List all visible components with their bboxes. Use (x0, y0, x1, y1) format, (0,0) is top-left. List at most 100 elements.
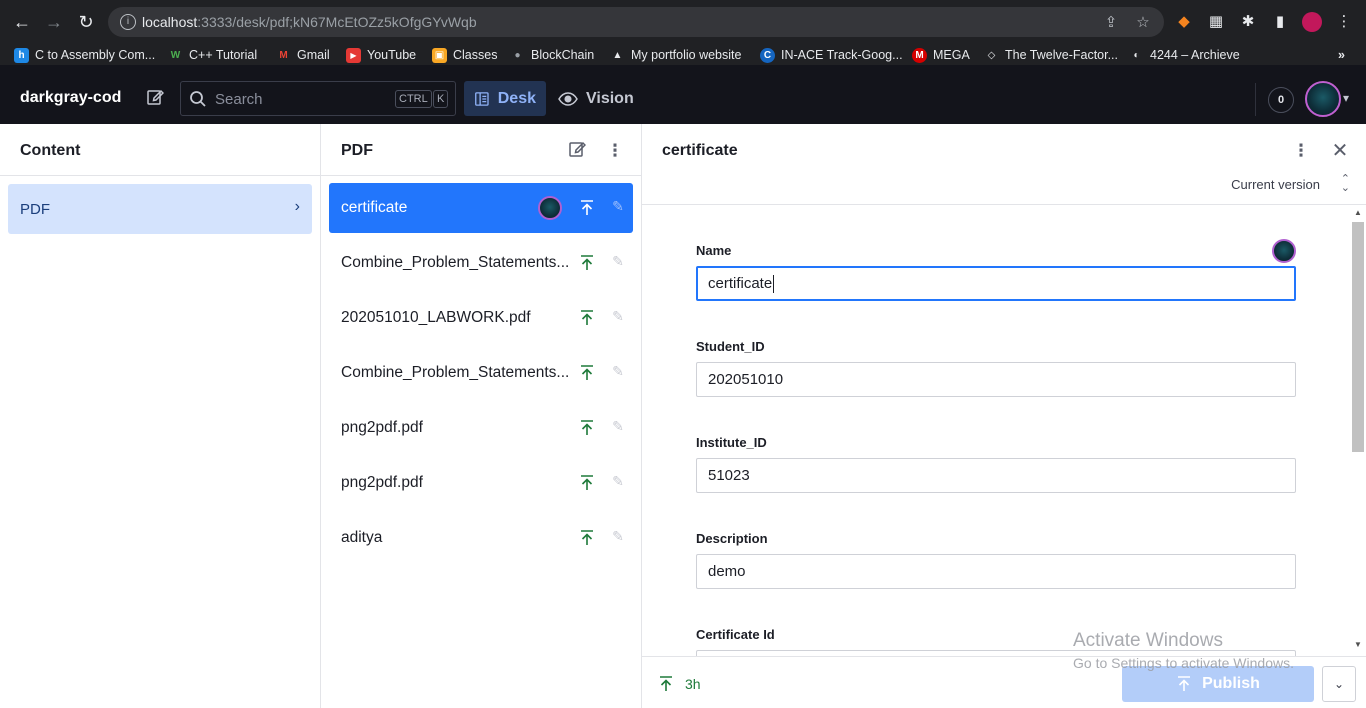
app-navbar: darkgray-cod Search CTRL K Desk Vision 0… (0, 75, 1366, 124)
search-input[interactable]: Search CTRL K (180, 81, 456, 116)
tool-desk-label: Desk (497, 89, 536, 107)
bookmark-label: C to Assembly Com... (35, 48, 156, 62)
metamask-extension-icon[interactable]: ◆ (1174, 12, 1194, 32)
publish-button[interactable]: Publish (1122, 666, 1314, 702)
published-icon (581, 255, 593, 270)
youtube-icon: ▶ (346, 47, 361, 63)
bookmark-item[interactable]: M Gmail (276, 46, 329, 64)
content-item-pdf[interactable]: PDF › (8, 184, 312, 234)
bookmarks-overflow-icon[interactable]: » (1338, 46, 1345, 64)
activate-windows-title: Activate Windows (1073, 630, 1223, 651)
chevron-down-icon[interactable]: ▾ (1343, 91, 1349, 105)
published-icon (660, 676, 672, 691)
name-field[interactable]: certificate (696, 266, 1296, 301)
bookmark-item[interactable]: C IN-ACE Track-Goog... (760, 46, 903, 64)
pencil-icon: ✎ (612, 198, 624, 214)
document-item[interactable]: png2pdf.pdf ✎ (329, 403, 633, 453)
document-item[interactable]: png2pdf.pdf ✎ (329, 458, 633, 508)
content-pane-title: Content (20, 142, 81, 159)
institute-id-field[interactable]: 51023 (696, 458, 1296, 493)
reload-icon[interactable]: ↻ (74, 10, 98, 34)
bookmark-item[interactable]: ▣ Classes (432, 46, 497, 64)
field-label-student-id: Student_ID (696, 339, 765, 354)
pencil-icon: ✎ (612, 253, 624, 269)
published-icon (581, 200, 593, 215)
browser-menu-icon[interactable]: ⋮ (1334, 12, 1354, 32)
more-options-icon[interactable]: ⋮ (604, 140, 626, 162)
browser-toolbar: ← → ↻ i localhost:3333/desk/pdf;kN67McEt… (0, 0, 1366, 44)
publish-icon (1178, 676, 1191, 691)
published-icon (581, 475, 593, 490)
pencil-icon: ✎ (612, 473, 624, 489)
bookmark-item[interactable]: h C to Assembly Com... (14, 46, 155, 64)
published-time: 3h (685, 676, 701, 692)
share-icon[interactable]: ⇪ (1102, 14, 1120, 32)
shortcut-ctrl-key: CTRL (395, 90, 432, 108)
chevron-right-icon: › (294, 198, 300, 215)
bookmark-item[interactable]: ▶ YouTube (346, 46, 416, 64)
url-text[interactable]: localhost:3333/desk/pdf;kN67McEtOZz5kOfg… (142, 14, 477, 30)
tool-vision[interactable]: Vision (548, 81, 644, 116)
tool-desk[interactable]: Desk (464, 81, 546, 116)
bookmark-item[interactable]: M MEGA (912, 46, 970, 64)
extension-icon[interactable]: ▦ (1206, 12, 1226, 32)
chevron-down-icon[interactable]: ⌄ (1322, 666, 1356, 702)
document-item[interactable]: Combine_Problem_Statements... ✎ (329, 238, 633, 288)
bookmark-item[interactable]: ● BlockChain (510, 46, 594, 64)
editor-scrollbar[interactable]: ▲ ▼ (1350, 208, 1364, 652)
compose-icon[interactable] (144, 88, 166, 110)
avatar (538, 196, 562, 220)
document-item[interactable]: 202051010_LABWORK.pdf ✎ (329, 293, 633, 343)
published-icon (581, 420, 593, 435)
bookmark-label: IN-ACE Track-Goog... (781, 48, 903, 62)
document-title: 202051010_LABWORK.pdf (341, 309, 531, 326)
document-item[interactable]: aditya ✎ (329, 513, 633, 563)
document-title: aditya (341, 529, 383, 546)
site-info-icon[interactable]: i (120, 14, 136, 30)
scroll-up-icon[interactable]: ▲ (1352, 208, 1364, 217)
published-icon (581, 530, 593, 545)
student-id-field[interactable]: 202051010 (696, 362, 1296, 397)
version-selector[interactable]: Current version (1231, 177, 1320, 192)
description-field[interactable]: demo (696, 554, 1296, 589)
workspace-name[interactable]: darkgray-cod (20, 89, 121, 107)
eye-icon (558, 91, 578, 106)
bookmark-item[interactable]: ◇ The Twelve-Factor... (984, 46, 1118, 64)
pencil-icon: ✎ (612, 528, 624, 544)
search-icon (190, 91, 206, 107)
bookmark-label: BlockChain (531, 48, 595, 62)
scrollbar-thumb[interactable] (1352, 222, 1364, 452)
scroll-down-icon[interactable]: ▼ (1352, 640, 1364, 649)
bookmarks-bar: h C to Assembly Com... W C++ Tutorial M Gma… (0, 44, 1366, 65)
bookmark-item[interactable]: W C++ Tutorial (168, 46, 257, 64)
profile-avatar-icon[interactable] (1302, 12, 1322, 32)
github-icon: ● (514, 49, 521, 61)
back-icon[interactable]: ← (10, 10, 34, 34)
bookmark-item[interactable]: ▲ My portfolio website (610, 46, 742, 64)
user-avatar[interactable] (1305, 81, 1341, 117)
more-options-icon[interactable]: ⋮ (1290, 140, 1312, 162)
close-icon[interactable]: ✕ (1329, 140, 1351, 162)
document-editor-title: certificate (662, 142, 738, 159)
tool-vision-label: Vision (586, 89, 634, 107)
forward-icon[interactable]: → (42, 10, 66, 34)
desk-icon (475, 91, 489, 106)
document-title: png2pdf.pdf (341, 474, 423, 491)
document-item[interactable]: Combine_Problem_Statements... ✎ (329, 348, 633, 398)
extensions-puzzle-icon[interactable]: ✱ (1238, 12, 1258, 32)
notification-badge[interactable]: 0 (1268, 87, 1294, 113)
side-panel-icon[interactable]: ▮ (1270, 12, 1290, 32)
pencil-icon: ✎ (612, 308, 624, 324)
document-title: Combine_Problem_Statements... (341, 364, 570, 381)
address-bar[interactable]: i localhost:3333/desk/pdf;kN67McEtOZz5kO… (108, 7, 1164, 37)
chevron-up-down-icon[interactable]: ⌃ ⌄ (1341, 174, 1350, 194)
avatar (1272, 239, 1296, 263)
document-title: Combine_Problem_Statements... (341, 254, 570, 271)
document-item[interactable]: certificate ✎ (329, 183, 633, 233)
bookmark-item[interactable]: ◐ 4244 – Archieve (1129, 46, 1239, 64)
search-placeholder: Search (215, 91, 263, 108)
field-label-name: Name (696, 243, 732, 258)
new-document-icon[interactable] (566, 140, 588, 162)
text-caret (773, 275, 775, 294)
bookmark-star-icon[interactable]: ☆ (1134, 14, 1152, 32)
